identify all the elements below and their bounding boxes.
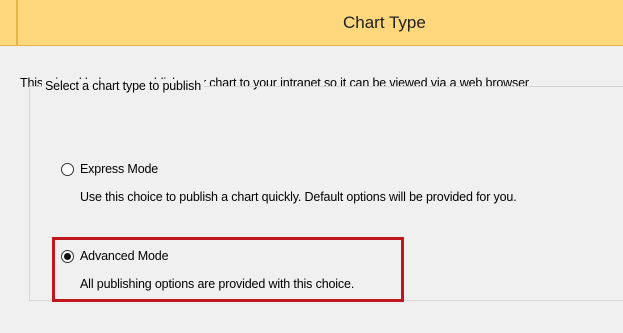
express-mode-label[interactable]: Express Mode [80,162,158,176]
express-mode-description: Use this choice to publish a chart quick… [80,190,517,204]
wizard-title-bar: Chart Type [0,0,623,46]
page-title: Chart Type [343,13,426,32]
groupbox-legend: Select a chart type to publish [42,79,205,93]
express-mode-option[interactable]: Express Mode [61,162,158,176]
title-bar-edge [16,0,18,46]
express-mode-radio[interactable] [61,162,74,176]
advanced-mode-highlight-box [52,237,404,302]
